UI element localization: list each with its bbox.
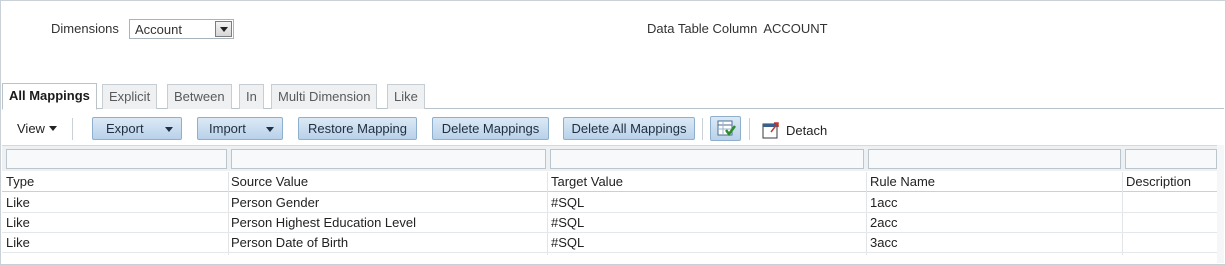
detach-label: Detach [786,123,828,138]
column-header-target-value[interactable]: Target Value [551,174,623,189]
chevron-down-icon[interactable] [215,21,232,37]
export-to-excel-icon [717,120,736,137]
filter-description-input[interactable] [1125,149,1217,169]
table-row[interactable]: Like Person Date of Birth #SQL 3acc [2,233,1217,253]
cell-type: Like [6,235,30,250]
filter-type-input[interactable] [6,149,227,169]
tab-explicit[interactable]: Explicit [102,84,158,109]
filter-target-value-input[interactable] [550,149,864,169]
table-row[interactable]: Like Person Gender #SQL 1acc [2,193,1217,213]
dimensions-selected-value: Account [135,22,182,37]
cell-type: Like [6,215,30,230]
table-scrollbar[interactable] [1217,145,1224,263]
import-button[interactable]: Import [197,117,283,140]
cell-rule-name: 1acc [870,195,898,210]
detach-button[interactable]: Detach [762,121,827,139]
delete-mappings-button[interactable]: Delete Mappings [432,117,549,140]
mapping-toolbar: View Export Import Restore Mapping Delet… [2,112,1224,144]
cell-target-value: #SQL [551,215,585,230]
tab-like[interactable]: Like [387,84,425,109]
column-header-type[interactable]: Type [6,174,34,189]
data-table-column-value: ACCOUNT [763,21,828,36]
filter-rule-name-input[interactable] [868,149,1121,169]
table-filter-row [2,145,1217,171]
dimensions-label: Dimensions [51,21,119,36]
cell-target-value: #SQL [551,195,585,210]
tab-in[interactable]: In [239,84,264,109]
column-header-rule-name[interactable]: Rule Name [870,174,935,189]
data-table-column-label: Data Table Column [647,21,758,36]
table-header: Type Source Value Target Value Rule Name… [2,172,1217,192]
cell-source-value: Person Gender [231,195,320,210]
detach-window-icon [762,122,779,139]
cell-rule-name: 2acc [870,215,898,230]
delete-all-mappings-button[interactable]: Delete All Mappings [563,117,695,140]
toolbar-divider [749,118,750,140]
tab-between[interactable]: Between [167,84,232,109]
export-button[interactable]: Export [92,117,182,140]
column-header-source-value[interactable]: Source Value [231,174,308,189]
dimensions-select[interactable]: Account [129,19,234,39]
view-menu-label: View [17,121,45,136]
import-button-label: Import [209,121,246,136]
cell-target-value: #SQL [551,235,585,250]
view-menu[interactable]: View [17,121,57,136]
chevron-down-icon [48,126,57,131]
mapping-tabs: All Mappings Explicit Between In Multi D… [2,83,1224,110]
cell-source-value: Person Date of Birth [231,235,349,250]
cell-source-value: Person Highest Education Level [231,215,417,230]
restore-mapping-button[interactable]: Restore Mapping [298,117,417,140]
table-row[interactable]: Like Person Highest Education Level #SQL… [2,213,1217,233]
data-table-column: Data Table Column ACCOUNT [647,21,828,36]
toolbar-divider [72,118,73,140]
column-header-description[interactable]: Description [1126,174,1191,189]
tab-multi-dimension[interactable]: Multi Dimension [271,84,378,109]
tab-all-mappings[interactable]: All Mappings [2,83,97,110]
export-to-excel-button[interactable] [710,116,741,141]
chevron-down-icon [266,127,274,132]
export-button-label: Export [106,121,144,136]
chevron-down-icon [165,127,173,132]
filter-source-value-input[interactable] [231,149,546,169]
cell-type: Like [6,195,30,210]
toolbar-divider [702,118,703,140]
cell-rule-name: 3acc [870,235,898,250]
